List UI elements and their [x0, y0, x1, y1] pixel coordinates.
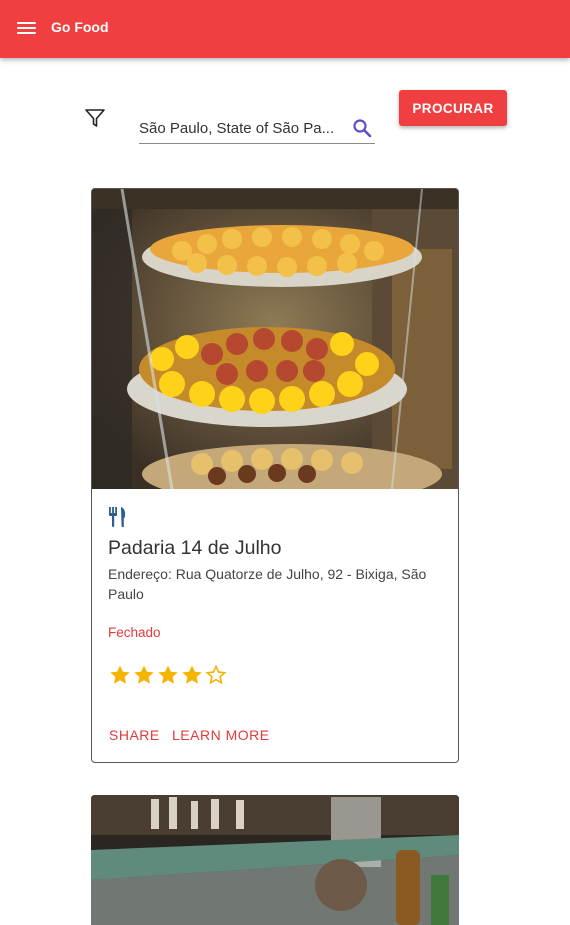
search-input[interactable]	[139, 117, 345, 139]
learn-more-button[interactable]: LEARN MORE	[172, 727, 270, 743]
star-rating[interactable]	[108, 663, 228, 687]
search-button[interactable]: PROCURAR	[399, 90, 507, 126]
restaurant-icon	[108, 506, 128, 528]
app-bar: Go Food	[0, 0, 570, 58]
restaurant-address: Endereço: Rua Quatorze de Julho, 92 - Bi…	[108, 566, 427, 602]
app-title: Go Food	[51, 19, 109, 35]
status-label: Fechado	[108, 625, 161, 640]
restaurant-photo	[92, 189, 458, 489]
share-button[interactable]: SHARE	[109, 727, 160, 743]
star-outline-icon	[205, 664, 227, 685]
star-icon	[182, 665, 202, 684]
restaurant-card-2	[91, 795, 459, 925]
search-field	[139, 112, 375, 144]
card-actions: SHARE LEARN MORE	[92, 727, 458, 747]
search-icon[interactable]	[352, 118, 372, 138]
restaurant-photo	[91, 795, 459, 925]
star-icon	[158, 665, 178, 684]
filter-icon[interactable]	[84, 107, 106, 129]
menu-icon[interactable]	[17, 20, 37, 36]
star-icon	[110, 665, 130, 684]
restaurant-name: Padaria 14 de Julho	[108, 537, 282, 559]
restaurant-card: Padaria 14 de Julho Endereço: Rua Quator…	[91, 188, 459, 763]
star-icon	[134, 665, 154, 684]
